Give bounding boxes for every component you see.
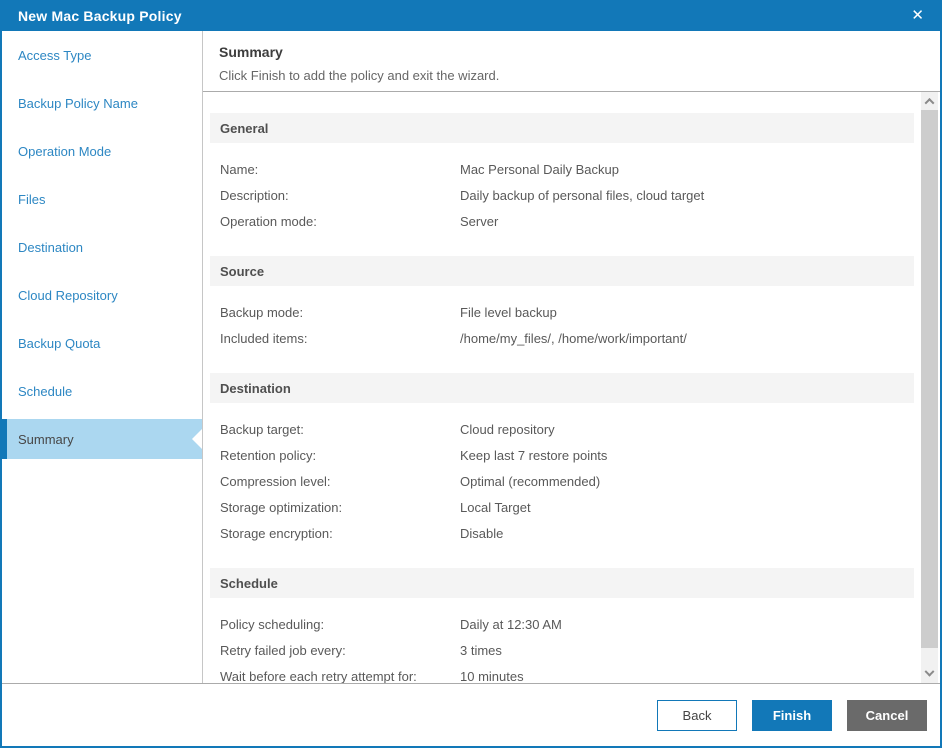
- summary-row: Backup mode: File level backup: [220, 299, 914, 325]
- row-label: Operation mode:: [220, 213, 317, 229]
- sidebar-item-label: Cloud Repository: [18, 287, 118, 303]
- summary-row: Operation mode: Server: [220, 208, 914, 234]
- row-value: 10 minutes: [460, 668, 524, 684]
- section-header: General: [210, 113, 914, 143]
- sidebar-item-label: Destination: [18, 239, 84, 255]
- row-value: Mac Personal Daily Backup: [460, 161, 619, 177]
- row-label: Description:: [220, 187, 289, 203]
- section-general: General Name: Mac Personal Daily Backup …: [210, 113, 914, 234]
- page-title: Summary: [219, 44, 283, 60]
- sidebar-item-label: Backup Policy Name: [18, 95, 138, 111]
- sidebar-item-summary-active[interactable]: Summary: [2, 419, 202, 459]
- row-label: Included items:: [220, 330, 308, 346]
- summary-row: Compression level: Optimal (recommended): [220, 468, 914, 494]
- row-label: Retry failed job every:: [220, 642, 346, 658]
- scrollbar-thumb[interactable]: [921, 110, 938, 648]
- section-title: Schedule: [220, 575, 278, 591]
- page-subtitle: Click Finish to add the policy and exit …: [219, 68, 500, 83]
- summary-row: Storage encryption: Disable: [220, 520, 914, 546]
- chevron-down-icon: [924, 666, 935, 677]
- sidebar-item-schedule[interactable]: Schedule: [2, 371, 202, 411]
- sidebar-item-label: Operation Mode: [18, 143, 112, 159]
- summary-row: Included items: /home/my_files/, /home/w…: [220, 325, 914, 351]
- section-title: General: [220, 120, 269, 136]
- sidebar-item-label: Schedule: [18, 383, 73, 399]
- step-header: Summary Click Finish to add the policy a…: [203, 31, 940, 92]
- back-button[interactable]: Back: [657, 700, 737, 731]
- sidebar-item-files[interactable]: Files: [2, 179, 202, 219]
- wizard-window: New Mac Backup Policy ✕ Access Type Back…: [0, 0, 942, 748]
- section-header: Destination: [210, 373, 914, 403]
- sidebar-item-operation-mode[interactable]: Operation Mode: [2, 131, 202, 171]
- row-label: Compression level:: [220, 473, 331, 489]
- row-value: Optimal (recommended): [460, 473, 601, 489]
- close-icon[interactable]: ✕: [907, 6, 928, 25]
- scroll-up-button[interactable]: [921, 92, 938, 110]
- window-title: New Mac Backup Policy: [18, 7, 182, 24]
- scroll-down-button[interactable]: [921, 665, 938, 683]
- row-value: 3 times: [460, 642, 502, 658]
- summary-row: Name: Mac Personal Daily Backup: [220, 156, 914, 182]
- summary-row: Storage optimization: Local Target: [220, 494, 914, 520]
- row-value: Daily at 12:30 AM: [460, 616, 562, 632]
- row-value: Disable: [460, 525, 504, 541]
- section-header: Schedule: [210, 568, 914, 598]
- sidebar-item-label: Summary: [18, 431, 74, 447]
- sidebar-item-cloud-repository[interactable]: Cloud Repository: [2, 275, 202, 315]
- row-value: Cloud repository: [460, 421, 555, 437]
- summary-row: Description: Daily backup of personal fi…: [220, 182, 914, 208]
- row-label: Backup mode:: [220, 304, 304, 320]
- sidebar-item-label: Backup Quota: [18, 335, 101, 351]
- row-label: Name:: [220, 161, 259, 177]
- finish-button[interactable]: Finish: [752, 700, 832, 731]
- row-label: Storage encryption:: [220, 525, 333, 541]
- sidebar-item-destination[interactable]: Destination: [2, 227, 202, 267]
- section-schedule: Schedule Policy scheduling: Daily at 12:…: [210, 568, 914, 683]
- row-label: Wait before each retry attempt for:: [220, 668, 417, 684]
- summary-row: Retry failed job every: 3 times: [220, 637, 914, 663]
- summary-row: Retention policy: Keep last 7 restore po…: [220, 442, 914, 468]
- sidebar-item-backup-quota[interactable]: Backup Quota: [2, 323, 202, 363]
- row-label: Storage optimization:: [220, 499, 343, 515]
- cancel-button[interactable]: Cancel: [847, 700, 927, 731]
- vertical-scrollbar[interactable]: [921, 92, 938, 683]
- row-value: Daily backup of personal files, cloud ta…: [460, 187, 705, 203]
- row-label: Backup target:: [220, 421, 304, 437]
- row-label: Policy scheduling:: [220, 616, 325, 632]
- row-value: Local Target: [460, 499, 531, 515]
- row-value: /home/my_files/, /home/work/important/: [460, 330, 687, 346]
- sidebar-item-access-type[interactable]: Access Type: [2, 35, 202, 75]
- sidebar-item-backup-policy-name[interactable]: Backup Policy Name: [2, 83, 202, 123]
- row-value: Server: [460, 213, 499, 229]
- row-label: Retention policy:: [220, 447, 317, 463]
- wizard-footer: Back Finish Cancel: [2, 683, 940, 746]
- sidebar-item-label: Access Type: [18, 47, 92, 63]
- active-step-accent-bar: [2, 419, 7, 459]
- sidebar-item-label: Files: [18, 191, 46, 207]
- active-step-notch: [192, 429, 202, 449]
- main-panel: Summary Click Finish to add the policy a…: [203, 31, 940, 683]
- summary-row: Backup target: Cloud repository: [220, 416, 914, 442]
- scrollbar-track[interactable]: [921, 648, 938, 665]
- title-bar: New Mac Backup Policy ✕: [0, 0, 942, 31]
- summary-content: General Name: Mac Personal Daily Backup …: [203, 92, 940, 683]
- row-value: File level backup: [460, 304, 557, 320]
- section-title: Destination: [220, 380, 291, 396]
- section-title: Source: [220, 263, 265, 279]
- wizard-steps-sidebar: Access Type Backup Policy Name Operation…: [2, 31, 203, 683]
- summary-row: Policy scheduling: Daily at 12:30 AM: [220, 611, 914, 637]
- section-destination: Destination Backup target: Cloud reposit…: [210, 373, 914, 546]
- section-header: Source: [210, 256, 914, 286]
- row-value: Keep last 7 restore points: [460, 447, 608, 463]
- section-source: Source Backup mode: File level backup In…: [210, 256, 914, 351]
- summary-row: Wait before each retry attempt for: 10 m…: [220, 663, 914, 684]
- chevron-up-icon: [924, 97, 935, 108]
